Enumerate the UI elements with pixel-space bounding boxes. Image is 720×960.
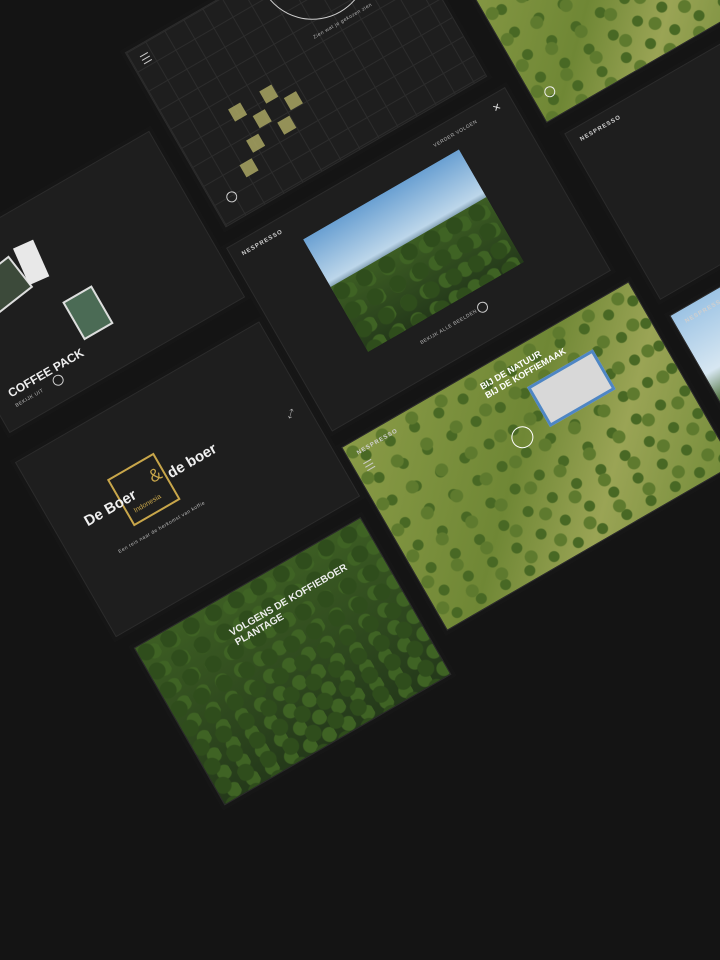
brand-logo[interactable]: NESPRESSO bbox=[241, 229, 284, 257]
close-icon[interactable]: ✕ bbox=[491, 101, 504, 115]
coffee-box-image bbox=[62, 285, 114, 341]
expand-icon[interactable]: ⤢ bbox=[285, 408, 297, 422]
top-link[interactable]: VERDER VOLGEN bbox=[433, 119, 479, 149]
brand-logo[interactable]: NESPRESSO bbox=[579, 115, 622, 143]
mockup-stage: COFFEE PACK BEKIJK UIT Zien wat je gekoz… bbox=[0, 0, 720, 960]
coffee-pack-title: COFFEE PACK bbox=[5, 345, 87, 401]
title-right: de boer bbox=[164, 440, 220, 482]
plantation-photo bbox=[303, 149, 524, 352]
